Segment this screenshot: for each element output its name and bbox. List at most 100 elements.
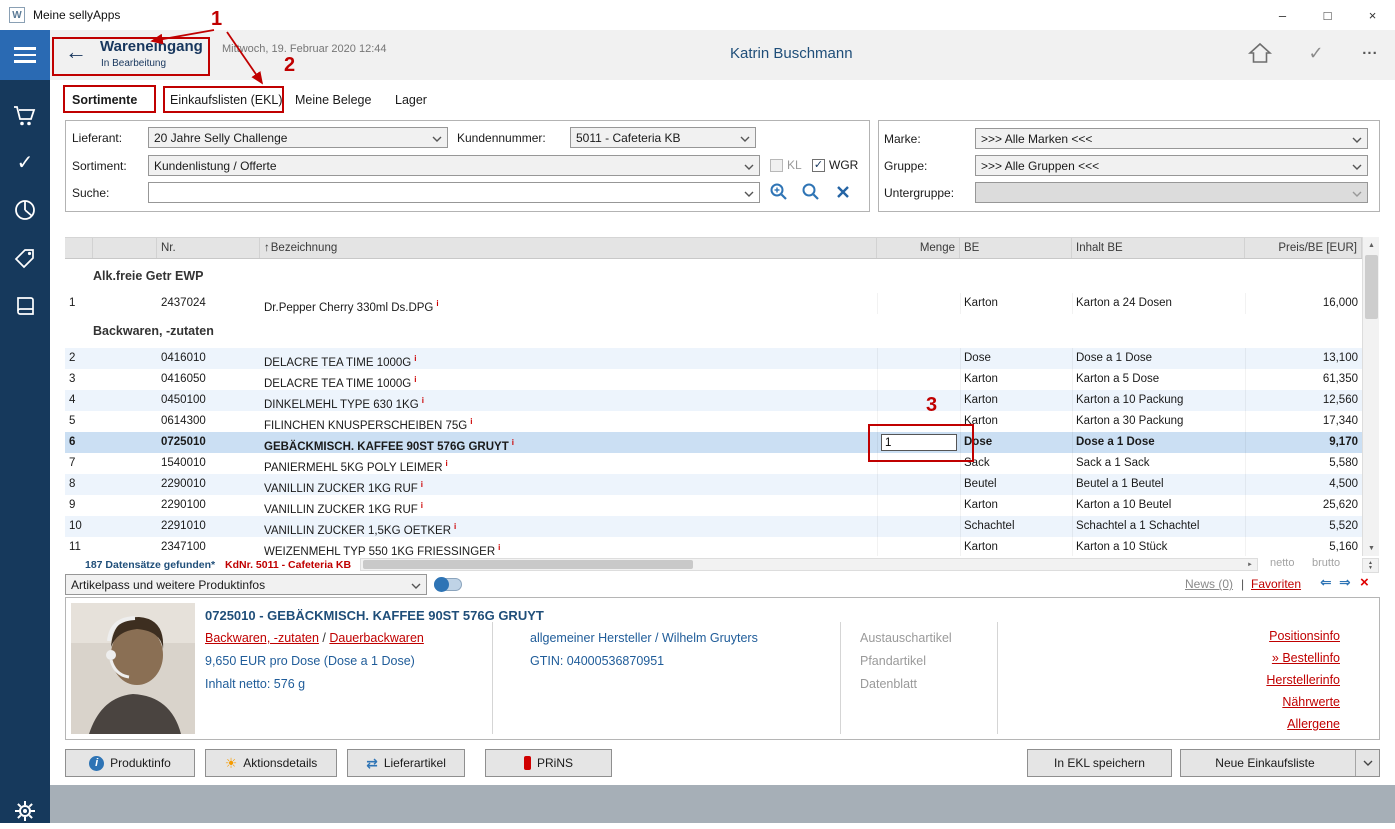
cell-bezeichnung: DELACRE TEA TIME 1000Gi: [260, 369, 877, 390]
category-link-1[interactable]: Backwaren, -zutaten: [205, 631, 319, 645]
cell-be: Karton: [960, 390, 1072, 411]
flag-pfandartikel: Pfandartikel: [860, 654, 926, 668]
row-spacer: [93, 516, 157, 537]
table-row[interactable]: 102291010VANILLIN ZUCKER 1,5KG OETKERiSc…: [65, 516, 1362, 537]
kundennummer-select[interactable]: 5011 - Cafeteria KB: [570, 127, 756, 148]
approve-button[interactable]: ✓: [1303, 40, 1329, 66]
row-number: 9: [65, 495, 93, 516]
transfer-icon: ⇄: [366, 756, 378, 770]
sidebar-item-cart[interactable]: [0, 98, 50, 134]
table-row[interactable]: 50614300FILINCHEN KNUSPERSCHEIBEN 75GiKa…: [65, 411, 1362, 432]
table-row[interactable]: 82290010VANILLIN ZUCKER 1KG RUFiBeutelBe…: [65, 474, 1362, 495]
table-header-row: Nr. ↑Bezeichnung Menge BE Inhalt BE Prei…: [65, 238, 1362, 259]
cell-nr: 0614300: [157, 411, 260, 432]
down-icon: ▼: [1368, 566, 1373, 571]
user-name: Katrin Buschmann: [730, 45, 853, 62]
back-button[interactable]: ←: [60, 38, 92, 66]
vertical-scrollbar[interactable]: ▲ ▼: [1362, 237, 1379, 556]
maximize-button[interactable]: □: [1305, 0, 1350, 30]
sidebar-item-settings[interactable]: [0, 793, 50, 829]
panel-prev-button[interactable]: ⇐: [1320, 574, 1332, 591]
lieferant-select[interactable]: 20 Jahre Selly Challenge: [148, 127, 448, 148]
row-number: 1: [65, 293, 93, 314]
scrollbar-thumb[interactable]: [1365, 255, 1378, 319]
favoriten-link[interactable]: Favoriten: [1251, 577, 1301, 591]
naehrwerte-link[interactable]: Nährwerte: [1282, 695, 1340, 709]
cell-be: Sack: [960, 453, 1072, 474]
cell-inhalt: Karton a 5 Dose: [1072, 369, 1245, 390]
sidebar-item-catalog[interactable]: [0, 288, 50, 324]
chevron-down-icon: [1363, 760, 1373, 766]
neue-einkaufsliste-button[interactable]: Neue Einkaufsliste: [1180, 749, 1380, 777]
check-icon: ✓: [17, 150, 34, 175]
lieferartikel-button[interactable]: ⇄ Lieferartikel: [347, 749, 465, 777]
home-button[interactable]: [1246, 40, 1274, 66]
table-row[interactable]: 71540010PANIERMEHL 5KG POLY LEIMERiSackS…: [65, 453, 1362, 474]
clear-search-button[interactable]: [832, 181, 854, 203]
panel-toggle[interactable]: [434, 578, 462, 591]
cell-nr: 2291010: [157, 516, 260, 537]
prins-button[interactable]: PRiNS: [485, 749, 612, 777]
search-plus-button[interactable]: [768, 181, 790, 203]
table-row[interactable]: 30416050DELACRE TEA TIME 1000GiKartonKar…: [65, 369, 1362, 390]
minimize-button[interactable]: –: [1260, 0, 1305, 30]
menge-input[interactable]: [881, 434, 957, 451]
aktionsdetails-button[interactable]: ☀ Aktionsdetails: [205, 749, 337, 777]
herstellerinfo-link[interactable]: Herstellerinfo: [1266, 673, 1340, 687]
sidebar-item-statistics[interactable]: [0, 192, 50, 228]
cell-preis: 5,160: [1245, 537, 1362, 556]
produktinfo-button[interactable]: i Produktinfo: [65, 749, 195, 777]
header-inhalt[interactable]: Inhalt BE: [1072, 238, 1245, 258]
panel-next-button[interactable]: ⇒: [1339, 574, 1351, 591]
table-row[interactable]: 12437024Dr.Pepper Cherry 330ml Ds.DPGiKa…: [65, 293, 1362, 314]
wgr-checkbox[interactable]: ✓ WGR: [812, 158, 858, 172]
table-row[interactable]: 20416010DELACRE TEA TIME 1000GiDoseDose …: [65, 348, 1362, 369]
more-button[interactable]: ...: [1354, 36, 1386, 62]
header-be[interactable]: BE: [960, 238, 1072, 258]
positionsinfo-link[interactable]: Positionsinfo: [1269, 629, 1340, 643]
header-menge[interactable]: Menge: [877, 238, 960, 258]
suche-input[interactable]: [148, 182, 760, 203]
horizontal-scrollbar[interactable]: ►: [360, 558, 1258, 571]
search-button[interactable]: [800, 181, 822, 203]
sortiment-select[interactable]: Kundenlistung / Offerte: [148, 155, 760, 176]
news-link[interactable]: News (0): [1185, 577, 1233, 591]
detail-view-select[interactable]: Artikelpass und weitere Produktinfos: [65, 574, 427, 595]
header-preis[interactable]: Preis/BE [EUR]: [1245, 238, 1362, 258]
scroll-up-arrow[interactable]: ▲: [1363, 237, 1380, 253]
in-ekl-speichern-button[interactable]: In EKL speichern: [1027, 749, 1172, 777]
cell-inhalt: Sack a 1 Sack: [1072, 453, 1245, 474]
allergene-link[interactable]: Allergene: [1287, 717, 1340, 731]
table-row[interactable]: 60725010GEBÄCKMISCH. KAFFEE 90ST 576G GR…: [65, 432, 1362, 453]
marke-select[interactable]: >>> Alle Marken <<<: [975, 128, 1368, 149]
scroll-right-arrow[interactable]: ►: [1244, 559, 1256, 570]
header-nr[interactable]: Nr.: [157, 238, 260, 258]
star-icon: ☀: [225, 756, 238, 770]
kl-checkbox[interactable]: KL: [770, 158, 802, 172]
tab-einkaufslisten[interactable]: Einkaufslisten (EKL): [170, 93, 283, 107]
close-button[interactable]: ×: [1350, 0, 1395, 30]
header: [50, 30, 1395, 80]
scrollbar-thumb[interactable]: [363, 560, 693, 569]
header-bezeichnung[interactable]: ↑Bezeichnung: [260, 238, 877, 258]
untergruppe-select[interactable]: [975, 182, 1368, 203]
scroll-jump-button[interactable]: ▲ ▼: [1362, 558, 1379, 573]
table-row[interactable]: 92290100VANILLIN ZUCKER 1KG RUFiKartonKa…: [65, 495, 1362, 516]
bestellinfo-link[interactable]: » Bestellinfo: [1272, 651, 1340, 665]
scroll-down-arrow[interactable]: ▼: [1363, 540, 1380, 556]
tab-lager[interactable]: Lager: [395, 93, 427, 107]
info-icon: i: [89, 756, 104, 771]
table-row[interactable]: 40450100DINKELMEHL TYPE 630 1KGiKartonKa…: [65, 390, 1362, 411]
tab-meine-belege[interactable]: Meine Belege: [295, 93, 371, 107]
sidebar-item-confirm[interactable]: ✓: [0, 144, 50, 180]
category-link-2[interactable]: Dauerbackwaren: [329, 631, 424, 645]
hamburger-menu-button[interactable]: [0, 30, 50, 80]
table-row[interactable]: 112347100WEIZENMEHL TYP 550 1KG FRIESSIN…: [65, 537, 1362, 556]
sidebar-item-offers[interactable]: [0, 240, 50, 276]
tab-sortimente[interactable]: Sortimente: [72, 93, 137, 107]
row-number: 10: [65, 516, 93, 537]
gruppe-select[interactable]: >>> Alle Gruppen <<<: [975, 155, 1368, 176]
cell-nr: 2347100: [157, 537, 260, 556]
dropdown-arrow[interactable]: [1355, 750, 1379, 776]
panel-close-button[interactable]: ×: [1360, 574, 1369, 591]
